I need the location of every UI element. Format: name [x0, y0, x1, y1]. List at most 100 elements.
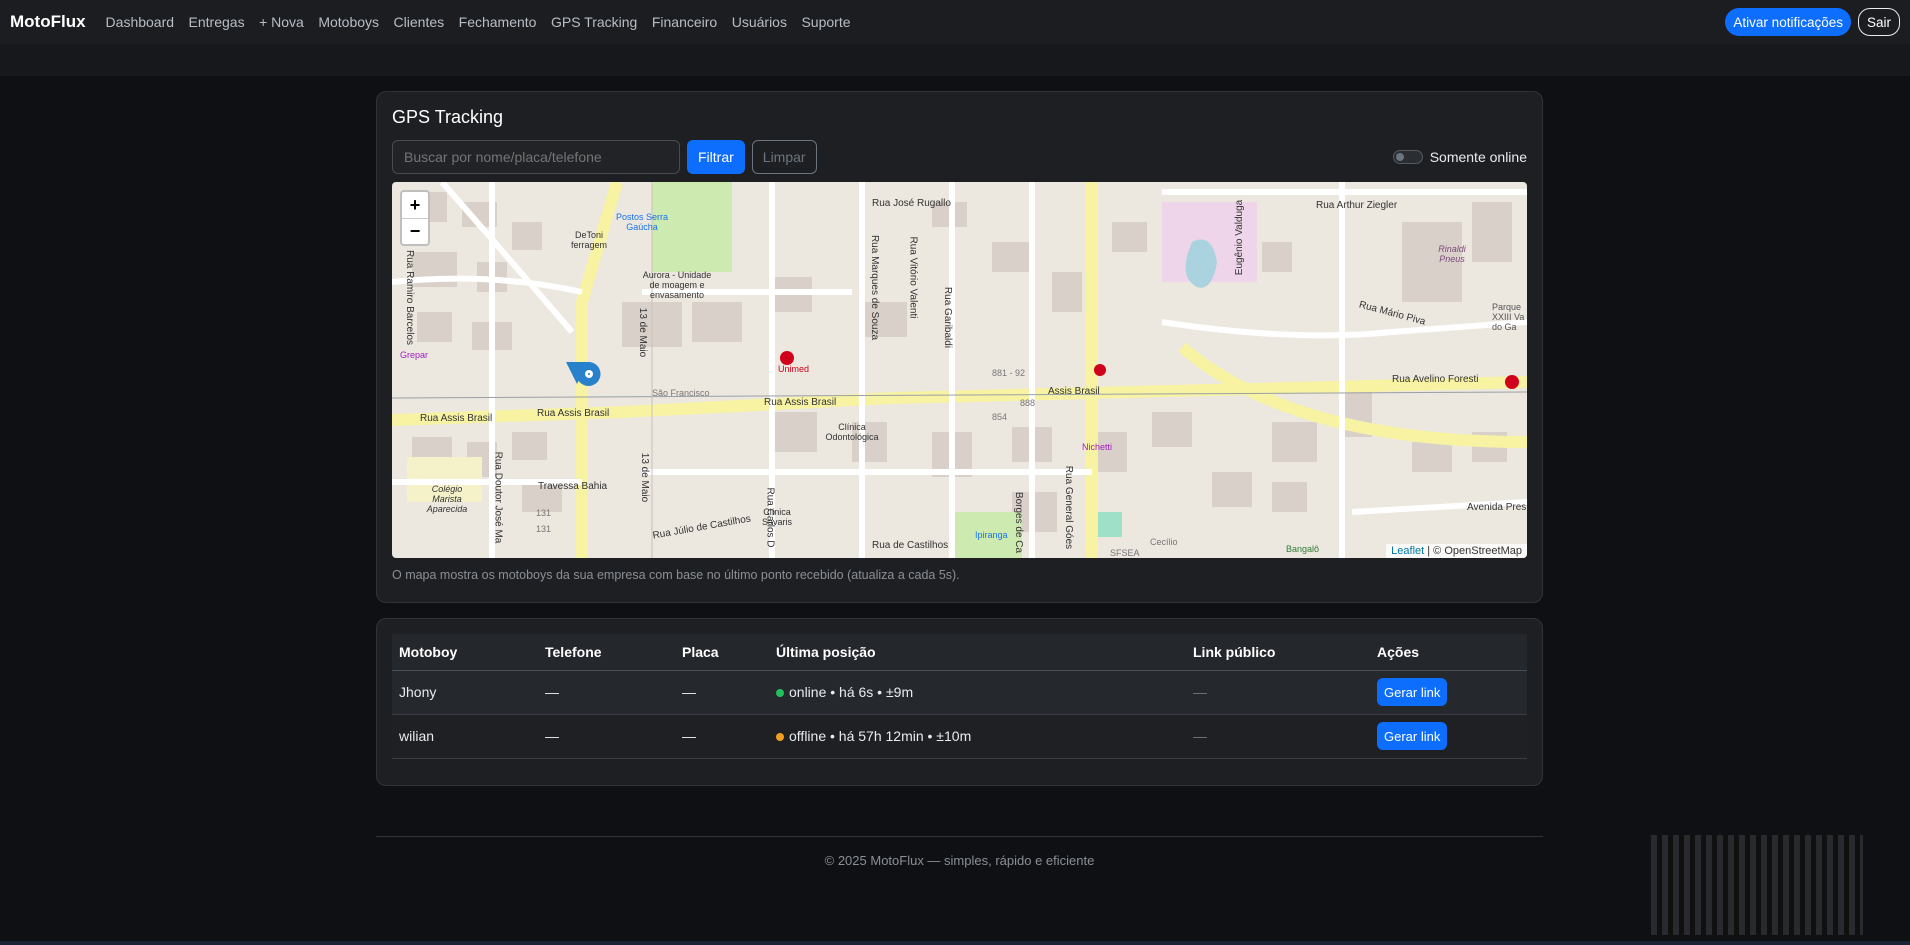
filter-bar: Filtrar Limpar Somente online [392, 140, 1527, 174]
column-header-placa: Placa [675, 634, 769, 671]
motoboys-table: Motoboy Telefone Placa Última posição Li… [392, 634, 1527, 759]
nav-link-motoboys[interactable]: Motoboys [318, 14, 379, 30]
actions-cell: Gerar link [1370, 670, 1527, 715]
generate-link-button[interactable]: Gerar link [1377, 678, 1448, 706]
map-label: Clínica Savaris [761, 507, 792, 527]
column-header-motoboy: Motoboy [392, 634, 538, 671]
generate-link-button[interactable]: Gerar link [1377, 722, 1448, 750]
column-header-link-publico: Link público [1186, 634, 1370, 671]
nav-link-suporte[interactable]: Suporte [801, 14, 850, 30]
nav-link-financeiro[interactable]: Financeiro [652, 14, 717, 30]
map-label: Rua Avelino Foresti [1392, 374, 1479, 385]
motoboys-table-card: Motoboy Telefone Placa Última posição Li… [376, 618, 1543, 786]
qr-code-image [1651, 835, 1863, 935]
map-label: Rua Mário Piva [1357, 299, 1427, 328]
map-label: 131 [536, 524, 552, 534]
online-only-label: Somente online [1429, 149, 1527, 165]
map-label: Unimed [778, 364, 810, 374]
nav-link-nova[interactable]: + Nova [259, 14, 304, 30]
zoom-in-button[interactable]: + [402, 192, 428, 218]
motoboy-name: Jhony [392, 670, 538, 715]
map-label: 854 [992, 412, 1008, 422]
public-link: — [1186, 670, 1370, 715]
filter-button[interactable]: Filtrar [687, 140, 745, 174]
column-header-acoes: Ações [1370, 634, 1527, 671]
map-label: Colégio Marista Aparecida [426, 484, 468, 514]
osm-attribution: | © OpenStreetMap [1427, 545, 1522, 557]
map-label: Rua Arthur Ziegler [1316, 200, 1398, 211]
map-label: Assis Brasil [1048, 386, 1100, 397]
nav-link-entregas[interactable]: Entregas [189, 14, 245, 30]
bottom-bar [0, 941, 1910, 945]
map-label: Rua Assis Brasil [537, 408, 610, 419]
column-header-ultima-posicao: Última posição [769, 634, 1186, 671]
last-position-cell: online • há 6s • ±9m [769, 670, 1186, 715]
logout-button[interactable]: Sair [1857, 8, 1900, 36]
map-label: DeToni ferragem [570, 230, 607, 250]
nav-actions: Ativar notificações Sair [1725, 8, 1900, 36]
map-zoom-control: + − [400, 190, 430, 246]
zoom-out-button[interactable]: − [402, 218, 428, 244]
map-label: Rua General Góes [1063, 465, 1075, 550]
map-label: Borges de Ca [1013, 491, 1025, 554]
status-dot-icon [776, 733, 784, 742]
map-label: Rua José Rugallo [872, 198, 951, 209]
nav-link-clientes[interactable]: Clientes [394, 14, 445, 30]
table-row: Jhony — — online • há 6s • ±9m — Gerar l… [392, 670, 1527, 715]
map-label: Ipiranga [975, 530, 1008, 540]
page-title: GPS Tracking [392, 107, 504, 127]
nav-link-dashboard[interactable]: Dashboard [106, 14, 175, 30]
map-label: Aurora - Unidade de moagem e envasamento [642, 270, 712, 300]
map-label: SFSEA [1110, 548, 1140, 558]
motoboy-name: wilian [392, 714, 538, 759]
online-only-toggle[interactable] [1392, 150, 1423, 164]
map-label: Nichetti [1082, 442, 1113, 452]
nav-link-usuarios[interactable]: Usuários [732, 14, 787, 30]
nav-link-fechamento[interactable]: Fechamento [459, 14, 537, 30]
map-label: Avenida Pres [1467, 502, 1527, 513]
enable-notifications-button[interactable]: Ativar notificações [1725, 8, 1851, 36]
map-label: Rua Assis Brasil [764, 397, 837, 408]
table-row: wilian — — offline • há 57h 12min • ±10m… [392, 714, 1527, 759]
map-label: Rua Marques de Souza [869, 234, 881, 341]
last-position-cell: offline • há 57h 12min • ±10m [769, 714, 1186, 759]
map-label: Rua Ramiro Barcelos [404, 249, 416, 346]
map-label: Rua Júlio de Castilhos [651, 513, 752, 542]
leaflet-link[interactable]: Leaflet [1391, 545, 1424, 557]
map-label: 888 [1020, 398, 1036, 408]
public-link: — [1186, 714, 1370, 759]
map-label: Rua de Castilhos [872, 540, 949, 551]
footer-text: © 2025 MotoFlux — simples, rápido e efic… [824, 853, 1095, 868]
status-dot-icon [776, 689, 784, 698]
sub-navbar [0, 44, 1910, 76]
motoboy-plate: — [675, 714, 769, 759]
map-label: Bangalô [1286, 544, 1320, 554]
map-label: Rua Doutor José Ma [492, 451, 504, 544]
gps-tracking-card: GPS Tracking Filtrar Limpar Somente onli… [376, 91, 1543, 603]
actions-cell: Gerar link [1370, 714, 1527, 759]
column-header-telefone: Telefone [538, 634, 675, 671]
nav-link-gps-tracking[interactable]: GPS Tracking [551, 14, 637, 30]
clear-button[interactable]: Limpar [751, 140, 817, 174]
map-label: 881 - 92 [992, 368, 1026, 378]
footer-divider [376, 836, 1543, 837]
map-label: 131 [536, 508, 552, 518]
map-label: Travessa Bahia [538, 481, 608, 492]
map-label: 13 de Maio [639, 452, 651, 503]
last-position-text: online • há 6s • ±9m [789, 684, 914, 700]
map-label: Parque XXIII Va do Ga [1492, 302, 1525, 332]
last-position-text: offline • há 57h 12min • ±10m [789, 728, 972, 744]
motoboy-plate: — [675, 670, 769, 715]
motoboy-phone: — [538, 670, 675, 715]
map-label: Grepar [400, 350, 429, 360]
search-input[interactable] [392, 140, 680, 174]
map-label: Rinaldi Pneus [1438, 244, 1466, 264]
map-view[interactable]: Rua Assis Brasil Rua Assis Brasil Rua As… [392, 182, 1527, 558]
map-label: São Francisco [652, 388, 710, 398]
map-labels-layer: Rua Assis Brasil Rua Assis Brasil Rua As… [392, 182, 1527, 558]
map-label: Rua Garibaldi [942, 286, 954, 349]
map-label: Postos Serra Gaúcha [615, 212, 669, 232]
online-only-toggle-wrap: Somente online [1392, 149, 1527, 165]
brand-logo[interactable]: MotoFlux [10, 12, 86, 32]
top-navbar: MotoFlux Dashboard Entregas + Nova Motob… [0, 0, 1910, 44]
